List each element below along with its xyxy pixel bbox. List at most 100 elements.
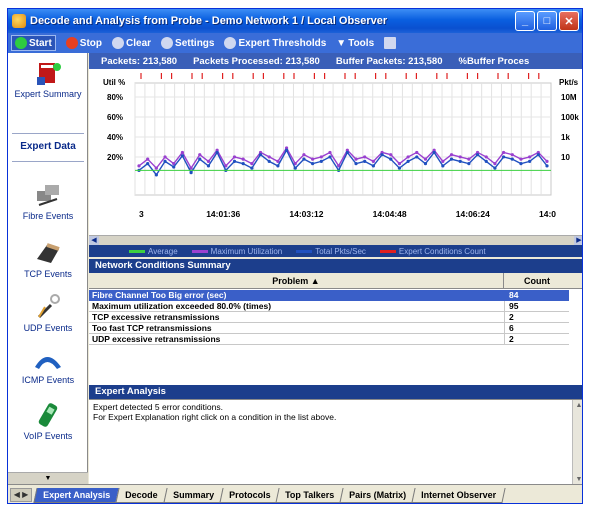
count-column-header[interactable]: Count <box>505 273 569 289</box>
data-point <box>467 162 471 166</box>
x-tick-label: 14:0 <box>539 209 556 219</box>
network-conditions-table: Problem ▲ Count Fibre Channel Too Big er… <box>89 273 582 385</box>
problem-cell: TCP excessive retransmissions <box>92 312 220 322</box>
problem-cell: Fibre Channel Too Big error (sec) <box>92 290 227 300</box>
analysis-line-1: Expert detected 5 error conditions. <box>93 402 223 412</box>
tab-scroll-buttons[interactable]: ◀ ▶ <box>10 488 32 502</box>
fibre-events-icon <box>33 181 63 209</box>
problem-cell: Too fast TCP retransmissions <box>92 323 212 333</box>
sidebar-item-fibre-events[interactable]: Fibre Events <box>8 181 88 221</box>
buffer-percent: %Buffer Proces <box>458 55 530 67</box>
analysis-vertical-scrollbar[interactable]: ▲ ▼ <box>572 400 582 485</box>
table-row[interactable]: UDP excessive retransmissions 2 <box>89 334 569 345</box>
sidebar-item-icmp-events[interactable]: ICMP Events <box>8 345 88 385</box>
data-point <box>528 155 532 159</box>
udp-events-icon <box>33 293 63 321</box>
packet-stats-bar: Packets: 213,580 Packets Processed: 213,… <box>89 53 582 69</box>
tab-decode[interactable]: Decode <box>115 487 168 503</box>
data-point <box>458 155 462 159</box>
clear-icon <box>112 37 125 49</box>
sidebar-item-udp-events[interactable]: UDP Events <box>8 293 88 333</box>
voip-events-label: VoIP Events <box>23 431 73 441</box>
scroll-left-button[interactable]: ◀ <box>89 236 99 245</box>
y2-tick-label: 10M <box>561 93 577 102</box>
icmp-events-icon <box>33 345 63 373</box>
scroll-up-button[interactable]: ▲ <box>573 400 582 411</box>
title-bar[interactable]: Decode and Analysis from Probe - Demo Ne… <box>8 9 582 33</box>
data-point <box>449 153 454 157</box>
settings-button[interactable]: Settings <box>161 37 214 49</box>
data-point <box>406 159 410 163</box>
tcp-events-label: TCP Events <box>24 269 72 279</box>
start-button[interactable]: Start <box>11 35 56 51</box>
tab-expert-analysis[interactable]: Expert Analysis <box>33 487 120 503</box>
data-point <box>293 166 297 170</box>
stop-button[interactable]: Stop <box>65 37 102 49</box>
window-controls: _ □ ✕ <box>515 11 579 31</box>
problem-cell: Maximum utilization exceeded 80.0% (time… <box>92 301 272 311</box>
start-label: Start <box>29 37 52 49</box>
settings-icon <box>161 37 174 49</box>
table-row[interactable]: Maximum utilization exceeded 80.0% (time… <box>89 301 569 312</box>
data-point <box>276 164 280 168</box>
expert-thresholds-label: Expert Thresholds <box>238 37 327 49</box>
expert-analysis-text-area[interactable]: Expert detected 5 error conditions. For … <box>89 399 582 485</box>
sidebar-divider <box>12 133 84 134</box>
data-point <box>345 150 349 155</box>
table-header: Problem ▲ Count <box>89 273 582 289</box>
udp-events-label: UDP Events <box>23 323 73 333</box>
data-point <box>458 159 462 163</box>
maximize-button[interactable]: □ <box>537 11 557 31</box>
data-point <box>493 162 497 166</box>
buffer-packets: Buffer Packets: 213,580 <box>335 55 443 67</box>
data-point <box>267 155 271 159</box>
table-row[interactable]: Too fast TCP retransmissions 6 <box>89 323 569 334</box>
data-point <box>501 155 506 159</box>
y2-tick-label: 1k <box>561 133 570 142</box>
count-cell: 84 <box>509 290 519 300</box>
data-point <box>154 166 158 170</box>
packets-count: Packets: 213,580 <box>101 55 178 67</box>
data-point <box>250 166 254 170</box>
tab-protocols[interactable]: Protocols <box>219 487 280 503</box>
data-point <box>449 157 454 161</box>
y-tick-label: 40% <box>107 133 123 142</box>
data-point <box>475 153 480 157</box>
data-point <box>232 159 237 163</box>
data-point <box>198 153 202 157</box>
data-point <box>215 150 219 155</box>
data-point <box>519 157 523 161</box>
clear-button[interactable]: Clear <box>112 37 151 49</box>
data-point <box>180 150 185 155</box>
tab-pairs-matrix[interactable]: Pairs (Matrix) <box>339 487 417 503</box>
table-row[interactable]: TCP excessive retransmissions 2 <box>89 312 569 323</box>
tab-internet-observer[interactable]: Internet Observer <box>411 487 507 503</box>
tab-summary[interactable]: Summary <box>163 487 224 503</box>
sidebar-item-expert-summary[interactable]: Expert Summary <box>8 59 88 99</box>
data-point <box>441 164 445 168</box>
document-button[interactable] <box>384 37 397 49</box>
data-point <box>423 162 428 166</box>
problem-column-header[interactable]: Problem ▲ <box>89 273 504 289</box>
scroll-right-button[interactable]: ▶ <box>574 236 582 245</box>
data-point <box>484 155 488 159</box>
close-button[interactable]: ✕ <box>559 11 579 31</box>
x-tick-label: 14:04:48 <box>373 209 407 219</box>
table-row[interactable]: Fibre Channel Too Big error (sec) 84 <box>89 290 569 301</box>
expert-analysis-heading: Expert Analysis <box>89 385 582 399</box>
tools-button[interactable]: ▼ Tools <box>336 38 374 49</box>
data-point <box>501 150 506 155</box>
utilization-graph[interactable]: 80% 60% 40% 20% 10M 100k 1k 10 Util % Pkt/s 3 14:01… <box>89 69 582 235</box>
graph-horizontal-scrollbar[interactable]: ◀ ▶ <box>89 235 582 245</box>
y-tick-label: 80% <box>107 93 123 102</box>
sidebar-item-voip-events[interactable]: VoIP Events <box>8 401 88 441</box>
data-point <box>258 153 263 157</box>
minimize-button[interactable]: _ <box>515 11 535 31</box>
expert-thresholds-button[interactable]: Expert Thresholds <box>224 37 326 49</box>
sidebar-item-tcp-events[interactable]: TCP Events <box>8 239 88 279</box>
main-window: Decode and Analysis from Probe - Demo Ne… <box>7 8 583 504</box>
tab-top-talkers[interactable]: Top Talkers <box>275 487 345 503</box>
data-point <box>380 153 384 157</box>
data-point <box>397 166 402 170</box>
sidebar-scroll-down[interactable]: ▼ <box>8 472 88 484</box>
